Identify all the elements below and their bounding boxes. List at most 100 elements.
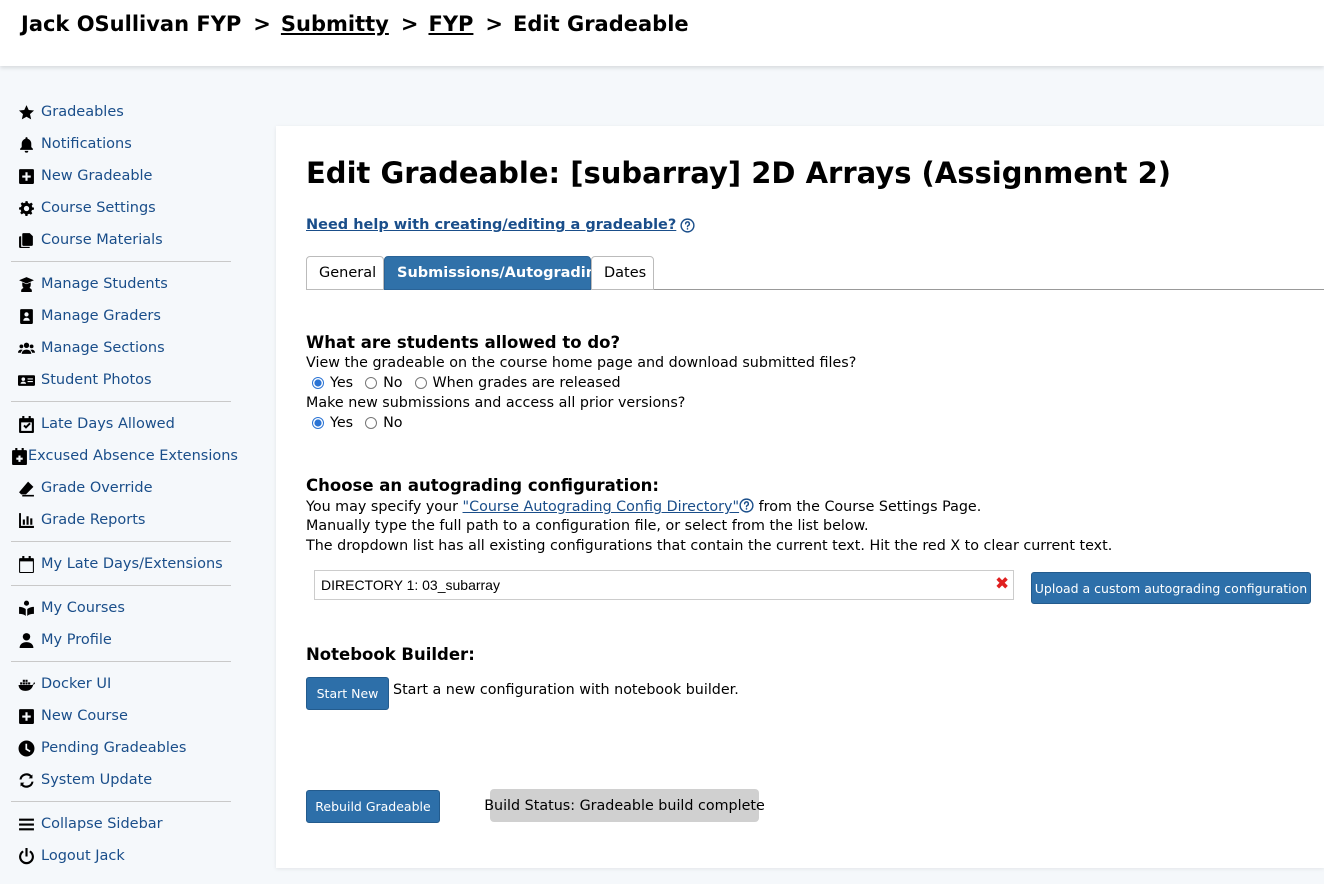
sidebar-item-label: Late Days Allowed <box>41 416 175 432</box>
sidebar-group: Gradeables Notifications New Gradeable Cour… <box>11 96 231 262</box>
sidebar-item-label: My Profile <box>41 632 112 648</box>
sidebar-item-grade-override[interactable]: Grade Override <box>11 472 231 504</box>
tab-submissions-autograding[interactable]: Submissions/Autograding <box>384 256 606 290</box>
sidebar-item-docker-ui[interactable]: Docker UI <box>11 668 231 700</box>
sidebar-item-label: Collapse Sidebar <box>41 816 163 832</box>
tab-general[interactable]: General <box>306 256 384 290</box>
sidebar-item-label: Logout Jack <box>41 848 125 864</box>
submit-no-radio[interactable] <box>365 417 378 429</box>
sidebar-item-label: Pending Gradeables <box>41 740 187 756</box>
main-panel: Edit Gradeable: [subarray] 2D Arrays (As… <box>276 126 1324 868</box>
star-icon <box>11 104 41 121</box>
sidebar-item-manage-students[interactable]: Manage Students <box>11 268 231 300</box>
address-book-icon <box>11 308 41 325</box>
sidebar-item-course-materials[interactable]: Course Materials <box>11 224 231 256</box>
clock-icon <box>11 740 41 757</box>
notebook-section-title: Notebook Builder: <box>306 645 475 664</box>
view-gradeable-question: View the gradeable on the course home pa… <box>306 355 857 371</box>
autograding-line-1-prefix: You may specify your <box>306 499 463 515</box>
sidebar-item-new-gradeable[interactable]: New Gradeable <box>11 160 231 192</box>
submit-yes-label: Yes <box>330 415 354 431</box>
bell-icon <box>11 136 41 153</box>
breadcrumb-separator: > <box>400 12 419 36</box>
calendar-check-icon <box>11 415 41 433</box>
sidebar-item-grade-reports[interactable]: Grade Reports <box>11 504 231 536</box>
user-icon <box>11 632 41 649</box>
sidebar-item-my-profile[interactable]: My Profile <box>11 624 231 656</box>
build-status-badge: Build Status: Gradeable build complete <box>484 789 765 822</box>
start-new-button[interactable]: Start New <box>306 677 389 710</box>
plus-square-icon <box>11 168 41 185</box>
sidebar-group: Manage Students Manage Graders Manage Sect… <box>11 268 231 402</box>
sidebar-item-label: Gradeables <box>41 104 124 120</box>
sidebar-item-collapse-sidebar[interactable]: Collapse Sidebar <box>11 808 231 840</box>
sidebar-item-new-course[interactable]: New Course <box>11 700 231 732</box>
sidebar-item-student-photos[interactable]: Student Photos <box>11 364 231 396</box>
sidebar-item-system-update[interactable]: System Update <box>11 764 231 796</box>
help-link[interactable]: Need help with creating/editing a gradea… <box>306 217 695 233</box>
sidebar-item-label: Grade Override <box>41 480 153 496</box>
view-when-released-label: When grades are released <box>432 375 621 391</box>
breadcrumb-root: Jack OSullivan FYP <box>21 12 242 36</box>
view-no-radio[interactable] <box>365 377 378 389</box>
plus-square-icon <box>11 708 41 725</box>
sidebar-item-my-courses[interactable]: My Courses <box>11 592 231 624</box>
help-link-label: Need help with creating/editing a gradea… <box>306 217 677 233</box>
sidebar-item-excused-absence-extensions[interactable]: Excused Absence Extensions <box>11 440 238 472</box>
view-gradeable-options: Yes No When grades are released <box>306 375 627 391</box>
upload-config-button[interactable]: Upload a custom autograding configuratio… <box>1031 572 1311 604</box>
sidebar-item-label: Course Settings <box>41 200 156 216</box>
sidebar-item-logout-jack[interactable]: Logout Jack <box>11 840 231 872</box>
gear-icon <box>11 200 41 217</box>
sidebar-group: My Late Days/Extensions <box>11 548 231 586</box>
breadcrumb-separator: > <box>485 12 504 36</box>
tab-dates[interactable]: Dates <box>591 256 654 290</box>
tab-bar: General Submissions/Autograding Dates <box>306 256 1324 290</box>
sidebar-item-my-late-days-extensions[interactable]: My Late Days/Extensions <box>11 548 231 580</box>
sidebar-item-label: Manage Graders <box>41 308 161 324</box>
sidebar-group: Late Days Allowed Excused Absence Extensi… <box>11 408 238 542</box>
sidebar-item-manage-graders[interactable]: Manage Graders <box>11 300 231 332</box>
sidebar-item-gradeables[interactable]: Gradeables <box>11 96 231 128</box>
sidebar-item-pending-gradeables[interactable]: Pending Gradeables <box>11 732 231 764</box>
calendar-plus-icon <box>11 447 28 465</box>
breadcrumb: Jack OSullivan FYP > Submitty > FYP > Ed… <box>21 12 689 36</box>
sidebar-item-label: Manage Students <box>41 276 168 292</box>
sidebar-item-label: New Gradeable <box>41 168 153 184</box>
view-yes-radio[interactable] <box>312 377 324 389</box>
breadcrumb-link-course[interactable]: FYP <box>428 12 473 36</box>
question-circle-icon[interactable] <box>739 498 754 513</box>
clear-x-icon[interactable]: ✖ <box>995 574 1009 594</box>
calendar-icon <box>11 555 41 573</box>
autograding-line-2: Manually type the full path to a configu… <box>306 518 869 534</box>
sidebar-item-late-days-allowed[interactable]: Late Days Allowed <box>11 408 231 440</box>
autograding-line-3: The dropdown list has all existing confi… <box>306 538 1113 554</box>
power-icon <box>11 847 41 865</box>
sidebar-item-label: Course Materials <box>41 232 163 248</box>
sidebar-item-label: Manage Sections <box>41 340 165 356</box>
sidebar-item-label: My Late Days/Extensions <box>41 556 223 572</box>
config-directory-link[interactable]: "Course Autograding Config Directory" <box>463 499 740 515</box>
sidebar-item-label: Notifications <box>41 136 132 152</box>
sync-icon <box>11 772 41 789</box>
rebuild-gradeable-button[interactable]: Rebuild Gradeable <box>306 790 440 823</box>
view-yes-label: Yes <box>330 375 354 391</box>
breadcrumb-link-submitty[interactable]: Submitty <box>281 12 389 36</box>
autograding-line-1: You may specify your "Course Autograding… <box>306 498 981 515</box>
bars-icon <box>11 816 41 833</box>
submit-yes-radio[interactable] <box>312 417 324 429</box>
view-no-label: No <box>383 375 403 391</box>
sidebar-item-manage-sections[interactable]: Manage Sections <box>11 332 231 364</box>
sidebar-item-notifications[interactable]: Notifications <box>11 128 231 160</box>
breadcrumb-separator: > <box>253 12 271 36</box>
breadcrumb-current: Edit Gradeable <box>513 12 689 36</box>
config-path-input[interactable]: DIRECTORY 1: 03_subarray <box>314 570 1014 600</box>
eraser-icon <box>11 480 41 497</box>
sidebar-item-course-settings[interactable]: Course Settings <box>11 192 231 224</box>
autograding-line-1-suffix: from the Course Settings Page. <box>754 499 982 515</box>
question-circle-icon <box>680 217 695 233</box>
sidebar-group: Docker UI New Course Pending Gradeables Sys… <box>11 668 231 802</box>
view-when-released-radio[interactable] <box>414 377 427 389</box>
users-icon <box>11 340 41 357</box>
book-reader-icon <box>11 600 41 617</box>
